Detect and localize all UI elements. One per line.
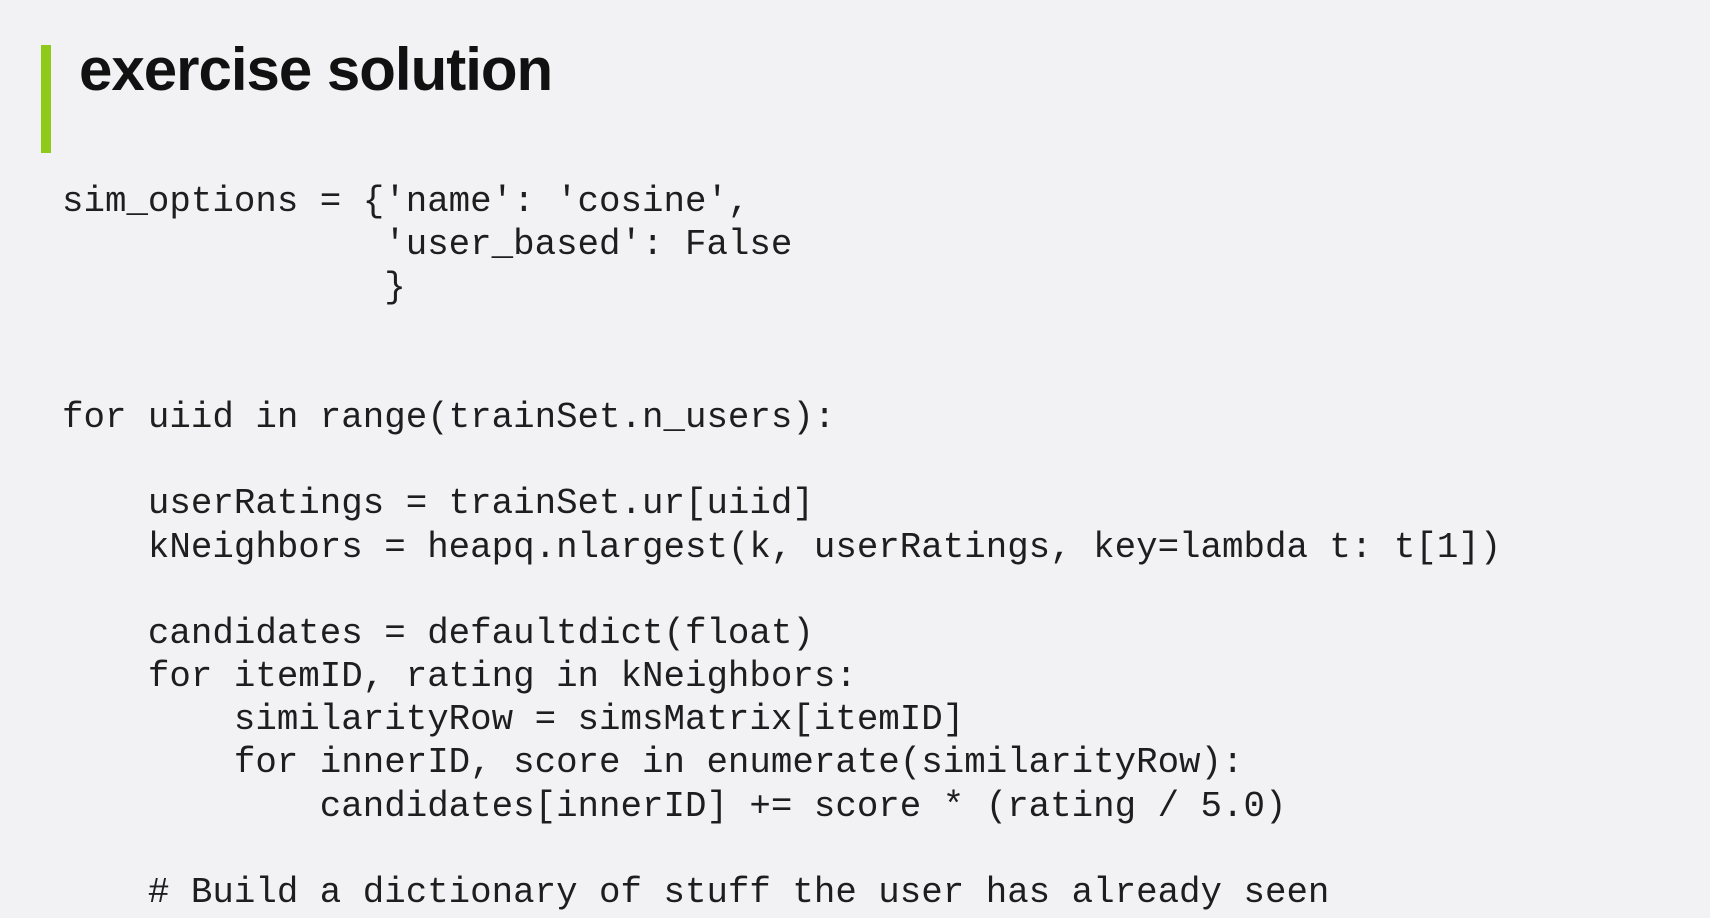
slide: exercise solution sim_options = {'name':… [0,0,1710,918]
code-block: sim_options = {'name': 'cosine', 'user_b… [62,180,1501,914]
code-line: # Build a dictionary of stuff the user h… [62,872,1330,913]
code-line: kNeighbors = heapq.nlargest(k, userRatin… [62,526,1502,568]
code-line: candidates[innerID] += score * (rating /… [62,785,1287,827]
title-accent-bar [41,45,51,153]
code-line: for itemID, rating in kNeighbors: [62,656,857,698]
code-line: similarityRow = simsMatrix[itemID] [62,699,965,741]
code-line: sim_options = {'name': 'cosine', [62,181,750,222]
slide-title: exercise solution [79,36,553,103]
code-line: } [62,267,406,309]
code-line: userRatings = trainSet.ur[uiid] [62,483,814,525]
code-line: for uiid in range(trainSet.n_users): [62,396,836,438]
code-line: 'user_based': False [62,224,793,266]
code-line: candidates = defaultdict(float) [62,612,814,654]
code-line: for innerID, score in enumerate(similari… [62,742,1244,784]
